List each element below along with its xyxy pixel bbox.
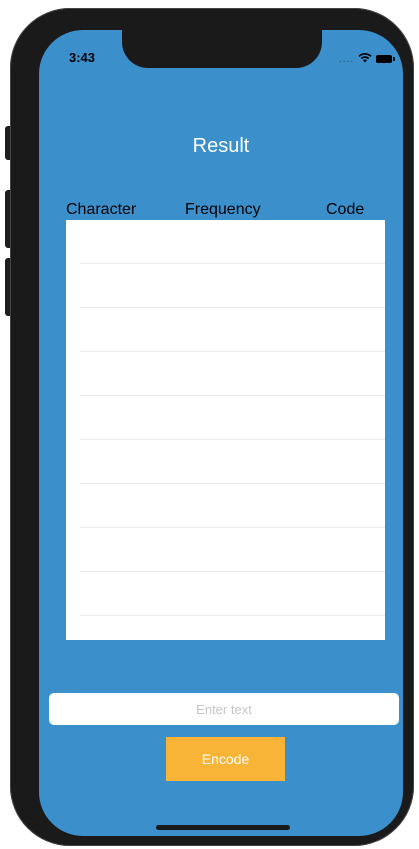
- result-table[interactable]: [66, 220, 385, 640]
- table-row[interactable]: [80, 308, 385, 352]
- encode-button[interactable]: Encode: [166, 737, 285, 781]
- table-row[interactable]: [80, 220, 385, 264]
- notch: [122, 30, 322, 68]
- column-header-code: Code: [326, 201, 365, 218]
- wifi-icon: [358, 50, 372, 68]
- table-row[interactable]: [80, 396, 385, 440]
- app-screen: 3:43 .... Result Character Frequency Cod…: [39, 30, 403, 836]
- table-row[interactable]: [80, 528, 385, 572]
- device-mockup: 3:43 .... Result Character Frequency Cod…: [0, 0, 419, 849]
- table-row[interactable]: [80, 440, 385, 484]
- signal-icon: ....: [339, 53, 355, 65]
- status-indicators: ....: [339, 50, 396, 68]
- column-header-frequency: Frequency: [185, 201, 261, 218]
- table-row[interactable]: [80, 484, 385, 528]
- status-time: 3:43: [69, 50, 96, 65]
- home-indicator[interactable]: [156, 825, 290, 830]
- column-header-character: Character: [66, 201, 137, 218]
- table-row[interactable]: [80, 352, 385, 396]
- battery-icon: [376, 55, 396, 63]
- phone-frame: 3:43 .... Result Character Frequency Cod…: [10, 8, 414, 846]
- table-row[interactable]: [80, 264, 385, 308]
- page-title: Result: [192, 135, 250, 157]
- text-input[interactable]: [49, 693, 399, 725]
- table-row[interactable]: [80, 572, 385, 616]
